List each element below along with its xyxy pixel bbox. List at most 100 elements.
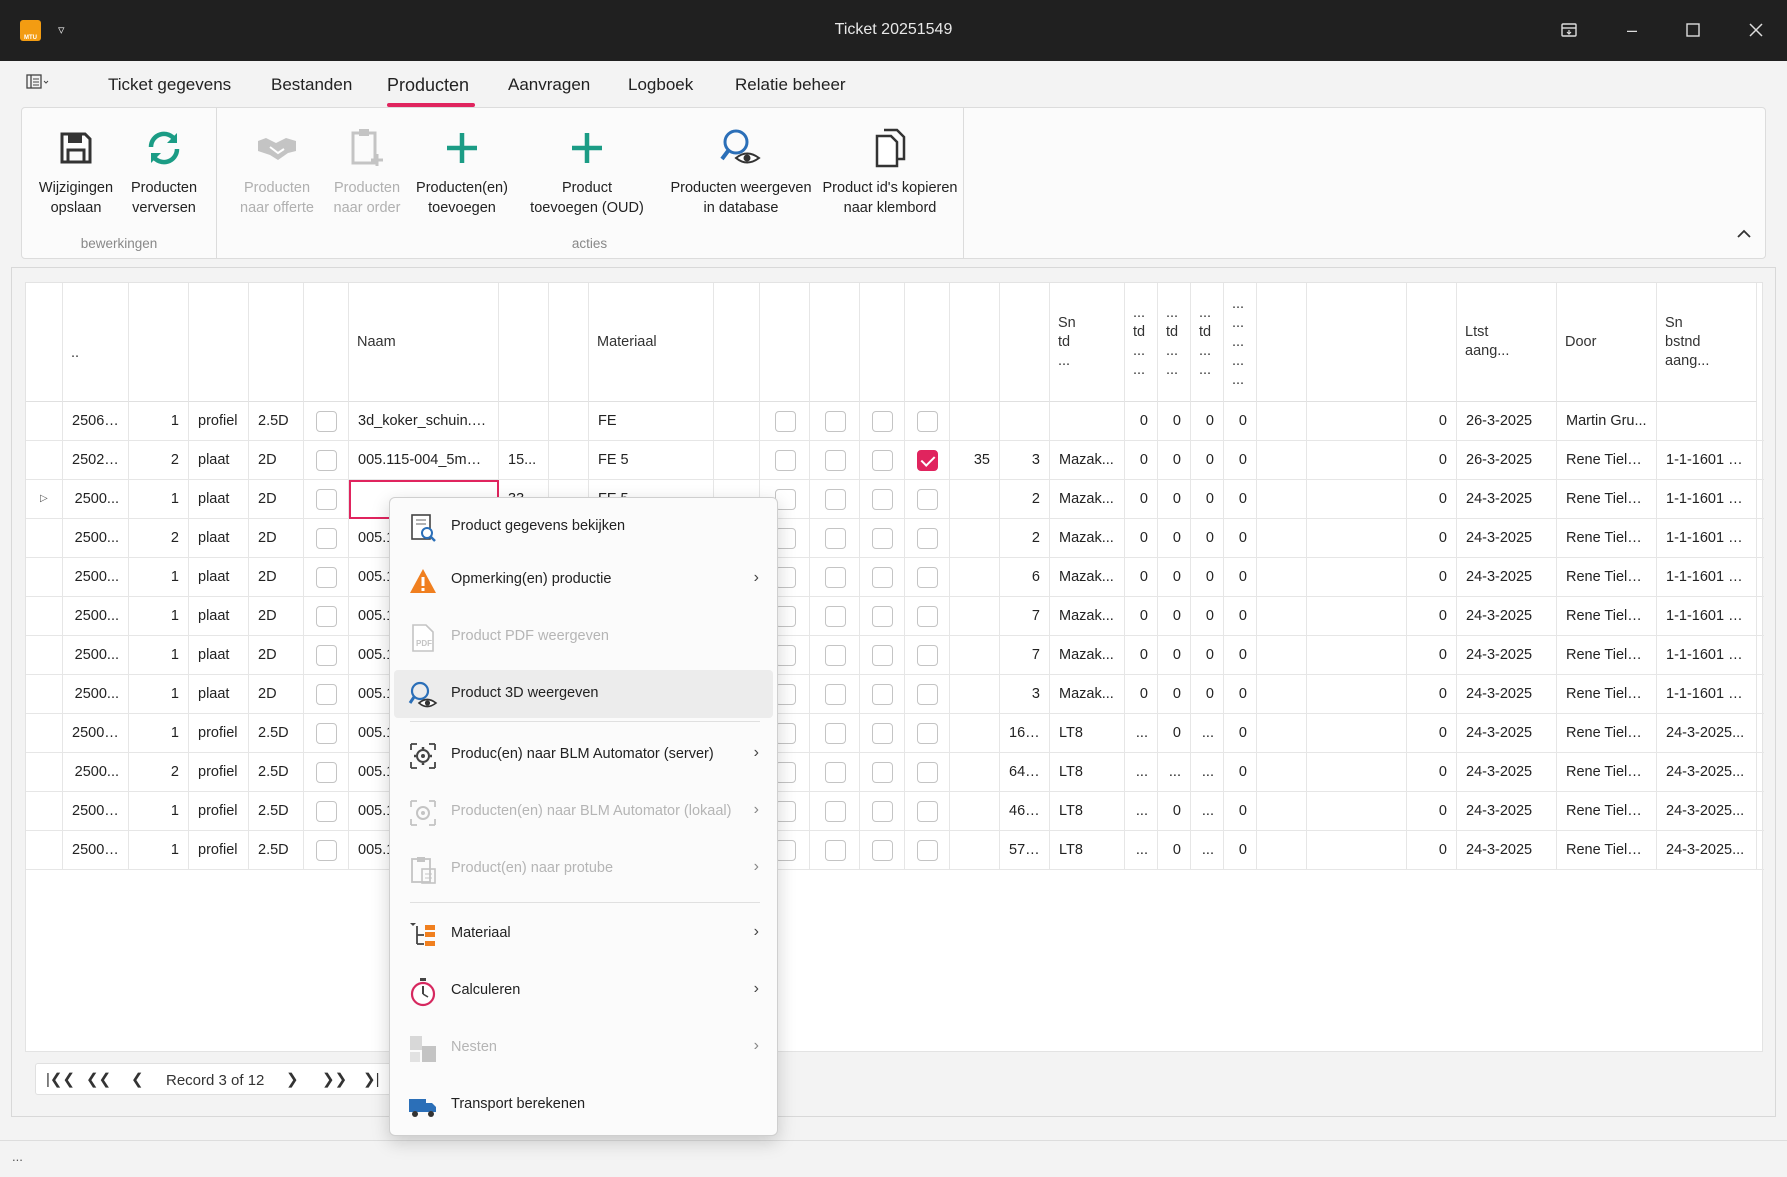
cell-z[interactable]: 0 xyxy=(1407,636,1457,675)
cell-td3[interactable]: 0 xyxy=(1191,480,1224,519)
cell-td2[interactable]: 0 xyxy=(1158,402,1191,441)
table-row[interactable]: 2500... 2 profiel 2.5D 005.1 64,... LT8.......… xyxy=(26,753,1764,792)
cell-td4[interactable]: 0 xyxy=(1224,636,1257,675)
checkbox[interactable] xyxy=(825,762,846,783)
table-row[interactable]: 250019 1 profiel 2.5D 005.1 46,... LT8... 0... 0… xyxy=(26,792,1764,831)
cell-n2[interactable]: 57,... xyxy=(1000,831,1050,870)
copy-product-ids-button[interactable]: Product id's kopieren naar klembord xyxy=(800,118,980,218)
cell-td1[interactable]: 0 xyxy=(1125,675,1158,714)
cell-td3[interactable]: 0 xyxy=(1191,558,1224,597)
cell-id[interactable]: 2500... xyxy=(63,558,129,597)
cell[interactable] xyxy=(26,558,63,597)
cell-td3[interactable]: ... xyxy=(1191,792,1224,831)
menu-item-blm-local[interactable]: Producten(en) naar BLM Automator (lokaal… xyxy=(394,788,773,836)
cell[interactable] xyxy=(304,831,349,870)
checkbox[interactable] xyxy=(872,606,893,627)
cell[interactable] xyxy=(1257,597,1307,636)
cell[interactable] xyxy=(905,519,950,558)
checkbox[interactable] xyxy=(316,645,337,666)
cell-td4[interactable]: 0 xyxy=(1224,519,1257,558)
cell[interactable] xyxy=(810,753,860,792)
cell-id[interactable]: 250021 xyxy=(63,714,129,753)
cell[interactable] xyxy=(860,441,905,480)
cell-td2[interactable]: 0 xyxy=(1158,636,1191,675)
cell[interactable] xyxy=(905,480,950,519)
cell-id[interactable]: 250612 xyxy=(63,402,129,441)
cell-door[interactable]: Rene Tiele... xyxy=(1557,753,1657,792)
cell[interactable] xyxy=(304,636,349,675)
cell-sn-bstnd[interactable]: 1-1-1601 01... xyxy=(1657,675,1757,714)
cell-sn[interactable]: LT8 xyxy=(1050,753,1125,792)
cell-n1[interactable] xyxy=(950,519,1000,558)
menu-item-production-notes[interactable]: Opmerking(en) productie › xyxy=(394,556,773,604)
cell-qty[interactable]: 1 xyxy=(129,402,189,441)
cell-td1[interactable]: 0 xyxy=(1125,558,1158,597)
cell[interactable] xyxy=(1257,558,1307,597)
cell-type[interactable]: profiel xyxy=(189,402,249,441)
cell-type[interactable]: plaat xyxy=(189,558,249,597)
cell[interactable] xyxy=(549,402,589,441)
cell-materiaal[interactable]: FE xyxy=(589,402,714,441)
checkbox[interactable] xyxy=(917,684,938,705)
cell-dim[interactable]: 2D xyxy=(249,441,304,480)
header-n1[interactable] xyxy=(950,283,1000,402)
cell[interactable] xyxy=(304,519,349,558)
header-ltst[interactable]: Ltst aang... xyxy=(1457,283,1557,402)
cell-n1[interactable] xyxy=(950,831,1000,870)
cell-materiaal[interactable]: FE 5 xyxy=(589,441,714,480)
cell[interactable] xyxy=(304,441,349,480)
cell-sn-bstnd[interactable]: 24-3-2025... xyxy=(1657,831,1757,870)
cell-td4[interactable]: 0 xyxy=(1224,675,1257,714)
cell-td4[interactable]: 0 xyxy=(1224,831,1257,870)
cell-qty[interactable]: 1 xyxy=(129,831,189,870)
cell-n1[interactable] xyxy=(950,753,1000,792)
cell-td3[interactable]: ... xyxy=(1191,831,1224,870)
cell[interactable] xyxy=(905,714,950,753)
checkbox[interactable] xyxy=(825,489,846,510)
checkbox[interactable] xyxy=(872,723,893,744)
checkbox[interactable] xyxy=(316,567,337,588)
cell-door[interactable]: Rene Tiele... xyxy=(1557,441,1657,480)
cell-td1[interactable]: ... xyxy=(1125,714,1158,753)
header-materiaal[interactable]: Materiaal xyxy=(589,283,714,402)
cell[interactable] xyxy=(1307,792,1407,831)
cell-type[interactable]: profiel xyxy=(189,714,249,753)
cell-n2[interactable]: 64,... xyxy=(1000,753,1050,792)
maximize-icon[interactable] xyxy=(1675,14,1711,46)
cell[interactable] xyxy=(860,792,905,831)
cell-ltst[interactable]: 24-3-2025 xyxy=(1457,636,1557,675)
cell[interactable] xyxy=(810,558,860,597)
header-col24[interactable] xyxy=(1407,283,1457,402)
cell[interactable] xyxy=(26,831,63,870)
cell[interactable] xyxy=(1257,402,1307,441)
checkbox[interactable] xyxy=(872,684,893,705)
cell[interactable] xyxy=(26,753,63,792)
cell-ltst[interactable]: 26-3-2025 xyxy=(1457,441,1557,480)
table-row[interactable]: 250612 1 profiel 2.5D 3d_koker_schuin.S... FE… xyxy=(26,402,1764,441)
cell-sn-bstnd[interactable]: 24-3-2025... xyxy=(1657,714,1757,753)
cell[interactable] xyxy=(905,831,950,870)
cell-sn[interactable]: LT8 xyxy=(1050,831,1125,870)
checkbox[interactable] xyxy=(775,528,796,549)
cell-dim[interactable]: 2D xyxy=(249,597,304,636)
header-col11[interactable] xyxy=(714,283,760,402)
cell[interactable] xyxy=(26,441,63,480)
cell[interactable] xyxy=(1257,636,1307,675)
cell-naam[interactable]: 3d_koker_schuin.S... xyxy=(349,402,499,441)
cell[interactable] xyxy=(1307,441,1407,480)
menu-item-blm-server[interactable]: Produc(en) naar BLM Automator (server) › xyxy=(394,731,773,779)
checkbox[interactable] xyxy=(917,723,938,744)
cell-td4[interactable]: 0 xyxy=(1224,714,1257,753)
table-row[interactable]: 250281 2 plaat 2D 005.115-004_5mm... 15... FE … xyxy=(26,441,1764,480)
cell[interactable] xyxy=(1307,480,1407,519)
cell[interactable] xyxy=(810,402,860,441)
checkbox[interactable] xyxy=(917,801,938,822)
header-col9[interactable] xyxy=(549,283,589,402)
cell-id[interactable]: 2500... xyxy=(63,675,129,714)
cell-door[interactable]: Rene Tiele... xyxy=(1557,675,1657,714)
cell-dim[interactable]: 2D xyxy=(249,519,304,558)
cell-td4[interactable]: 0 xyxy=(1224,480,1257,519)
cell-td3[interactable]: 0 xyxy=(1191,402,1224,441)
cell-td1[interactable]: 0 xyxy=(1125,519,1158,558)
cell[interactable] xyxy=(860,636,905,675)
